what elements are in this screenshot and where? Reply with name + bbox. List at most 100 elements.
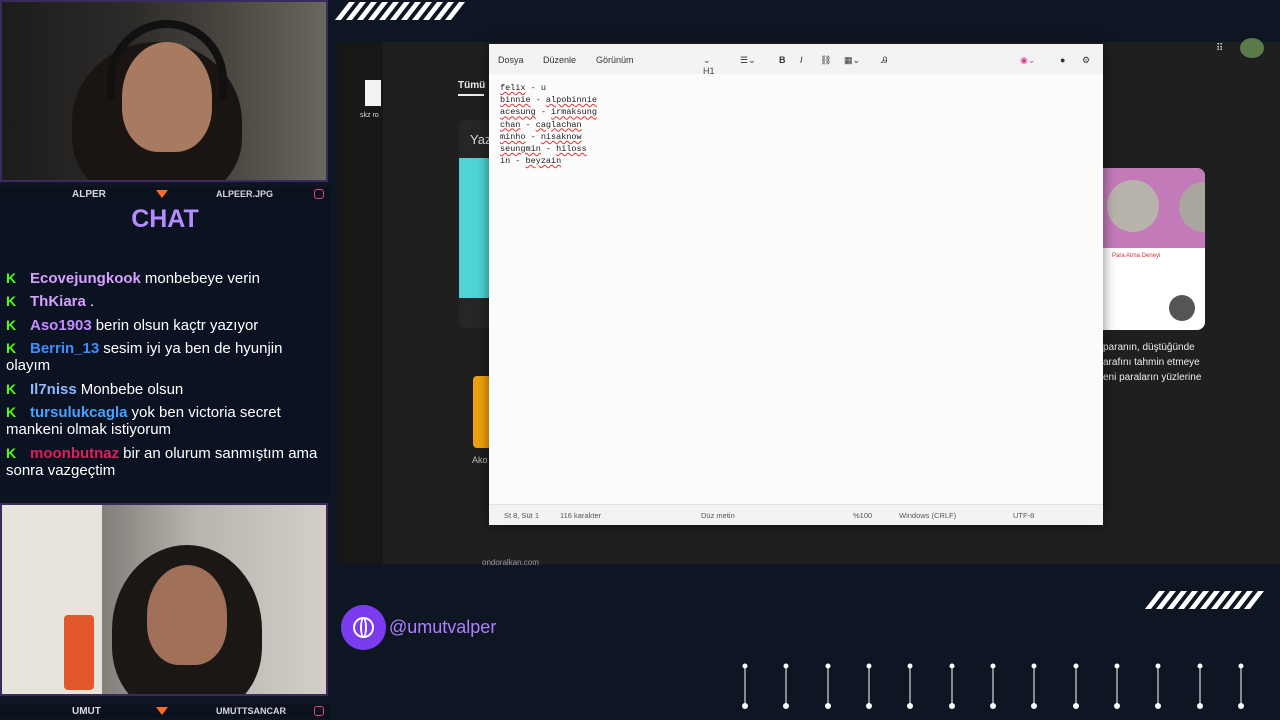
webcam-top-label: ALPER ALPEER.JPG [0, 187, 330, 201]
kick-icon: K [6, 445, 17, 461]
notepad-statusbar: St 8, Süt 1 116 karakter Düz metin %100 … [489, 504, 1103, 525]
text-line: in - beyzain [500, 156, 562, 167]
bold-icon[interactable]: B [779, 55, 786, 65]
member-value: beyzain [525, 156, 562, 167]
chat-username[interactable]: Il7niss [30, 381, 77, 398]
text-line: seungmin - hiloss [500, 144, 587, 155]
menu-edit[interactable]: Düzenle [543, 55, 576, 65]
member-name: acesung [500, 107, 536, 118]
coin [1107, 180, 1159, 232]
member-value: irmaksung [551, 107, 597, 118]
text-line: felix - u [500, 83, 546, 93]
status-format: Düz metin [701, 511, 735, 520]
heading-select[interactable]: H1 ⌄ [703, 55, 715, 76]
kick-icon: K [6, 317, 17, 333]
browser-footer-link[interactable]: ondoralkan.com [482, 558, 539, 567]
webcam-bottom [0, 503, 328, 696]
chat-username[interactable]: ThKiara [30, 293, 86, 310]
article-image-card[interactable]: Para Atma Deneyi [1103, 168, 1205, 330]
settings-gear-icon[interactable]: ⚙ [1082, 55, 1090, 66]
chat-username[interactable]: moonbutnaz [30, 445, 119, 462]
heading-select-value: H1 [703, 66, 715, 76]
member-name: binnie [500, 95, 531, 106]
status-position: St 8, Süt 1 [504, 511, 540, 520]
account-icon[interactable]: ● [1060, 55, 1065, 65]
cam-bottom-handle: UMUTTSANCAR [216, 706, 286, 716]
browser-teal-block [459, 158, 491, 298]
chat-username[interactable]: tursulukcagla [30, 404, 128, 421]
status-line-endings: Windows (CRLF) [899, 511, 957, 520]
chat-username[interactable]: Ecovejungkook [30, 270, 141, 287]
menu-view[interactable]: Görünüm [596, 55, 634, 65]
link-icon[interactable]: ⛓ [820, 55, 831, 66]
member-value: alpobinnie [545, 95, 597, 106]
chat-message: Kmoonbutnaz bir an olurum sanmıştım ama s… [6, 445, 324, 479]
apps-grid-icon[interactable]: ⠿ [1216, 43, 1223, 54]
text-line: chan - caglachan [500, 119, 582, 130]
chat-username[interactable]: Aso1903 [30, 317, 92, 334]
member-value: nisaknow [540, 131, 582, 142]
status-chars: 116 karakter [560, 511, 602, 520]
list-icon[interactable]: ☰⌄ [740, 55, 756, 66]
text-line: minho - nisaknow [500, 131, 582, 142]
kick-icon: K [6, 340, 17, 356]
chat-username[interactable]: Berrin_13 [30, 340, 99, 357]
chat-message: Ktursulukcagla yok ben victoria secret ma… [6, 404, 324, 438]
globe-icon [341, 605, 386, 650]
chat-text: Monbebe olsun [80, 381, 184, 398]
lamp [64, 615, 94, 690]
avatar[interactable] [1240, 38, 1264, 58]
decor-stripes-top [334, 2, 466, 20]
text-line: binnie - alpobinnie [500, 95, 597, 106]
member-name: chan [500, 119, 521, 130]
table-icon[interactable]: ▦⌄ [844, 55, 860, 66]
article-line: arafını tahmin etmeye [1103, 357, 1200, 368]
image-icon[interactable] [1169, 295, 1195, 321]
italic-icon[interactable]: I [800, 55, 803, 65]
browser-tab-underline [458, 94, 484, 96]
decor-dots [742, 663, 1244, 709]
browser-card-label: Ako [472, 455, 488, 465]
social-handle: @umutvalper [389, 617, 497, 637]
webcam-top [0, 0, 328, 182]
webcam-bottom-label: UMUT UMUTTSANCAR [0, 704, 330, 718]
triangle-icon [156, 707, 168, 715]
kick-icon: K [6, 381, 17, 397]
desktop-file-icon[interactable] [365, 80, 381, 106]
kick-icon: K [6, 404, 17, 420]
chat-message: K Il7niss Monbebe olsun [6, 381, 324, 398]
member-name: in [500, 156, 511, 167]
triangle-icon [156, 190, 168, 198]
desktop-file-label[interactable]: skz ro [360, 112, 379, 119]
status-zoom[interactable]: %100 [853, 511, 872, 520]
article-caption: Para Atma Deneyi [1112, 253, 1161, 259]
member-name: seungmin [500, 144, 541, 155]
instagram-icon [314, 706, 324, 716]
status-encoding: UTF-8 [1013, 511, 1035, 520]
chat-text: . [89, 293, 95, 310]
text-line: acesung - irmaksung [500, 107, 597, 118]
copilot-icon[interactable]: ◉⌄ [1020, 55, 1035, 66]
cam-bottom-name: UMUT [72, 705, 101, 717]
browser-tab-all[interactable]: Tümü [458, 80, 485, 91]
kick-icon: K [6, 270, 17, 286]
clear-format-icon[interactable]: Ꭿ [881, 55, 888, 66]
chat-title: CHAT [131, 205, 199, 233]
member-value: hiloss [556, 144, 587, 155]
menu-file[interactable]: Dosya [498, 55, 524, 65]
decor-stripes-bottom [1144, 591, 1265, 609]
member-name: minho [500, 131, 526, 142]
notepad-text[interactable]: felix - u binnie - alpobinnie acesung - … [500, 82, 597, 167]
chat-text: monbebeye verin [144, 270, 260, 287]
cam-top-name: ALPER [72, 188, 106, 200]
streamer-face [147, 565, 227, 665]
article-line: eni paraların yüzlerine [1103, 372, 1202, 383]
kick-icon: K [6, 293, 17, 309]
article-line: paranın, düştüğünde [1103, 342, 1195, 353]
chat-message: K ThKiara. [6, 293, 324, 310]
chat-text: berin olsun kaçtr yazıyor [95, 317, 259, 334]
chat-message: K Berrin_13 sesim iyi ya ben de hyunjin ol… [6, 340, 324, 374]
member-value: caglachan [535, 119, 582, 130]
member-name: felix [500, 83, 526, 93]
chat-message: K Ecovejungkook monbebeye verin [6, 270, 324, 287]
